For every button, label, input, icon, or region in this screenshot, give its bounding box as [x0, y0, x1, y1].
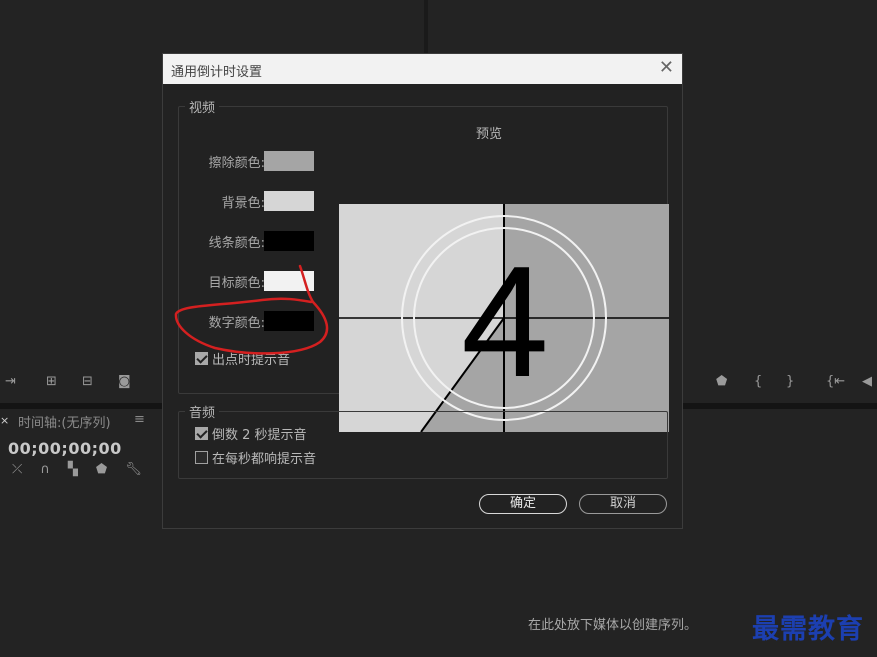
target-color-swatch[interactable]	[264, 271, 314, 291]
wrench-icon[interactable]: 🔧︎	[125, 462, 142, 477]
close-icon[interactable]: ✕	[659, 57, 674, 78]
countdown-preview: 4	[339, 204, 669, 432]
preview-label: 预览	[476, 127, 503, 142]
number-color-swatch[interactable]	[264, 311, 314, 331]
beep-every-second-checkbox[interactable]	[195, 451, 208, 464]
go-to-in-icon[interactable]: {⇤	[826, 374, 845, 389]
overwrite-clip-icon[interactable]: ⊟	[82, 374, 93, 389]
cancel-button[interactable]: 取消	[579, 494, 667, 514]
line-color-label: 线条颜色:	[208, 236, 265, 251]
countdown-settings-dialog: 通用倒计时设置 ✕ 视频 擦除颜色: 背景色: 线条颜色: 目标颜色: 数字颜色…	[162, 53, 683, 529]
timecode-display[interactable]: 00;00;00;00	[8, 439, 122, 458]
marker-icon[interactable]: ⬟	[716, 374, 727, 389]
mark-in-icon[interactable]: {	[754, 374, 762, 389]
watermark-logo: 最需教育	[752, 614, 864, 645]
out-point-cue-label[interactable]: 出点时提示音	[212, 349, 290, 368]
add-marker-icon[interactable]: ⬟	[96, 462, 107, 477]
snap-icon[interactable]: ∩	[40, 462, 50, 477]
wipe-color-label: 擦除颜色:	[208, 156, 265, 171]
line-color-swatch[interactable]	[264, 231, 314, 251]
beep-every-second-label[interactable]: 在每秒都响提示音	[212, 448, 316, 467]
wipe-color-swatch[interactable]	[264, 151, 314, 171]
video-group: 视频 擦除颜色: 背景色: 线条颜色: 目标颜色: 数字颜色: 出点时提示音 预…	[178, 97, 669, 432]
nest-icon[interactable]: ⤫	[12, 462, 22, 477]
drop-media-hint: 在此处放下媒体以创建序列。	[528, 618, 698, 633]
ok-button[interactable]: 确定	[479, 494, 567, 514]
close-icon[interactable]: ×	[0, 414, 9, 427]
insert-clip-icon[interactable]: ⊞	[46, 374, 57, 389]
preview-number: 4	[461, 234, 549, 410]
number-color-label: 数字颜色:	[208, 316, 265, 331]
panel-menu-icon[interactable]: ≡	[134, 412, 145, 427]
camera-icon[interactable]: ◙	[118, 374, 131, 389]
timeline-tab-title[interactable]: 时间轴:(无序列)	[18, 412, 111, 431]
two-second-beep-label[interactable]: 倒数 2 秒提示音	[212, 424, 307, 443]
step-back-icon[interactable]: ◀	[862, 374, 872, 389]
out-point-cue-checkbox[interactable]	[195, 352, 208, 365]
audio-group-legend: 音频	[185, 402, 220, 421]
target-color-label: 目标颜色:	[208, 276, 265, 291]
background-color-swatch[interactable]	[264, 191, 314, 211]
dialog-titlebar[interactable]: 通用倒计时设置 ✕	[163, 54, 682, 84]
background-color-label: 背景色:	[221, 196, 265, 211]
insert-icon[interactable]: ⇥	[5, 374, 16, 389]
mark-out-icon[interactable]: }	[786, 374, 794, 389]
video-group-legend: 视频	[185, 97, 220, 116]
audio-group: 音频 倒数 2 秒提示音 在每秒都响提示音	[178, 402, 668, 479]
two-second-beep-checkbox[interactable]	[195, 427, 208, 440]
dialog-title: 通用倒计时设置	[171, 65, 263, 80]
linked-selection-icon[interactable]: ▚	[68, 462, 78, 477]
